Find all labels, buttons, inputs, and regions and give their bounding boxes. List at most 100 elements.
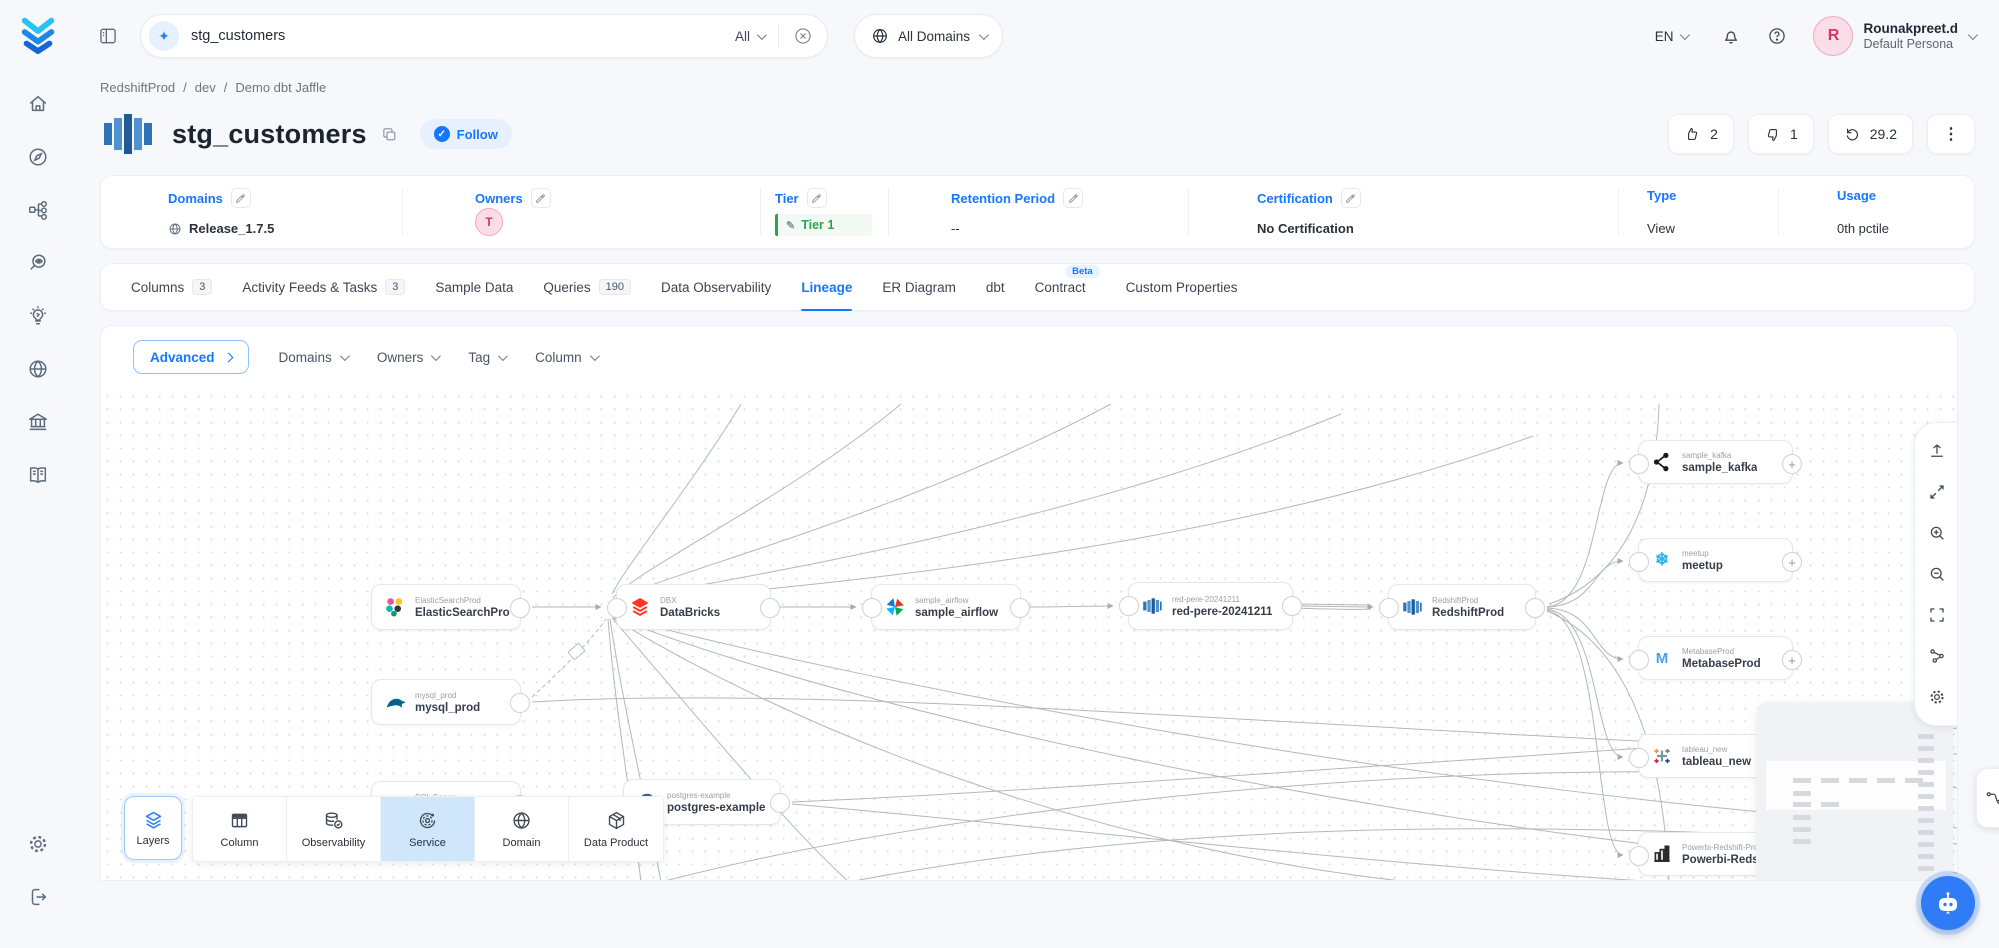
node-port[interactable] xyxy=(1282,596,1302,616)
advanced-filter-button[interactable]: Advanced xyxy=(133,340,249,374)
tab-activity-feeds[interactable]: Activity Feeds & Tasks3 xyxy=(242,263,405,311)
tab-contract[interactable]: ContractBeta xyxy=(1035,263,1086,311)
layer-service-button[interactable]: Service xyxy=(381,797,475,861)
lineage-node-metabaseprod[interactable]: M MetabaseProdMetabaseProd + xyxy=(1638,636,1793,680)
edit-domains-icon[interactable] xyxy=(231,188,251,208)
collapsed-side-panel[interactable] xyxy=(1976,768,1999,828)
more-options-button[interactable]: ⋮ xyxy=(1927,114,1975,154)
breadcrumb-item[interactable]: dev xyxy=(195,80,216,95)
expand-plus-icon[interactable]: + xyxy=(1782,552,1802,572)
breadcrumb-item[interactable]: RedshiftProd xyxy=(100,80,175,95)
help-button[interactable] xyxy=(1767,26,1787,46)
downvote-button[interactable]: 1 xyxy=(1748,114,1814,154)
app-sidebar xyxy=(0,0,76,948)
sidebar-item-domains[interactable] xyxy=(18,349,58,389)
sidebar-item-observability[interactable] xyxy=(18,243,58,283)
edit-lineage-icon[interactable] xyxy=(1921,640,1953,672)
layer-observability-button[interactable]: Observability xyxy=(287,797,381,861)
node-port[interactable] xyxy=(770,793,790,813)
lineage-node-redshiftprod[interactable]: RedshiftProdRedshiftProd xyxy=(1388,584,1536,630)
lineage-settings-icon[interactable] xyxy=(1921,681,1953,713)
node-port[interactable] xyxy=(1525,598,1545,618)
tab-columns[interactable]: Columns3 xyxy=(131,263,212,311)
version-button[interactable]: 29.2 xyxy=(1828,114,1913,154)
sidebar-item-glossary[interactable] xyxy=(18,455,58,495)
lineage-node-red-pere-20241211[interactable]: red-pere-20241211red-pere-20241211 xyxy=(1128,582,1293,630)
layer-data-product-button[interactable]: Data Product xyxy=(569,797,663,861)
search-input[interactable] xyxy=(191,28,735,44)
lineage-node-meetup[interactable]: ❄ meetupmeetup + xyxy=(1638,538,1793,582)
tab-lineage[interactable]: Lineage xyxy=(801,263,852,311)
node-port[interactable] xyxy=(1629,748,1649,768)
tab-dbt[interactable]: dbt xyxy=(986,263,1005,311)
node-port[interactable] xyxy=(510,598,530,618)
lineage-minimap[interactable] xyxy=(1756,702,1953,881)
edit-retention-icon[interactable] xyxy=(1063,188,1083,208)
tab-custom-properties[interactable]: Custom Properties xyxy=(1126,263,1238,311)
layers-button[interactable]: Layers xyxy=(124,796,182,860)
node-port[interactable] xyxy=(1010,598,1030,618)
sidebar-toggle-icon[interactable] xyxy=(98,26,118,46)
tab-er-diagram[interactable]: ER Diagram xyxy=(882,263,956,311)
node-port[interactable] xyxy=(1629,454,1649,474)
all-domains-dropdown[interactable]: All Domains xyxy=(854,14,1003,58)
node-port[interactable] xyxy=(1119,596,1139,616)
user-menu[interactable]: R Rounakpreet.d Default Persona xyxy=(1813,16,1975,56)
node-port[interactable] xyxy=(760,598,780,618)
redshift-icon xyxy=(1141,595,1163,617)
layer-domain-button[interactable]: Domain xyxy=(475,797,569,861)
zoom-out-icon[interactable] xyxy=(1921,558,1953,590)
expand-plus-icon[interactable]: + xyxy=(1782,454,1802,474)
filter-column-dropdown[interactable]: Column xyxy=(535,350,597,365)
node-port[interactable] xyxy=(1629,846,1649,866)
zoom-in-icon[interactable] xyxy=(1921,517,1953,549)
page-title: stg_customers xyxy=(172,119,367,150)
edit-owners-icon[interactable] xyxy=(531,188,551,208)
fullscreen-icon[interactable] xyxy=(1921,599,1953,631)
upvote-button[interactable]: 2 xyxy=(1668,114,1734,154)
export-icon[interactable] xyxy=(1921,435,1953,467)
language-dropdown[interactable]: EN xyxy=(1655,29,1688,44)
node-port[interactable] xyxy=(862,598,882,618)
sidebar-item-lineage[interactable] xyxy=(18,190,58,230)
layer-column-button[interactable]: Column xyxy=(193,797,287,861)
follow-button[interactable]: ✓ Follow xyxy=(420,119,512,149)
search-clear-icon[interactable] xyxy=(793,26,813,46)
copy-icon[interactable] xyxy=(381,126,398,143)
fit-view-icon[interactable] xyxy=(1921,476,1953,508)
node-port[interactable] xyxy=(510,693,530,713)
tab-sample-data[interactable]: Sample Data xyxy=(435,263,513,311)
node-port[interactable] xyxy=(1629,552,1649,572)
sidebar-item-settings[interactable] xyxy=(18,824,58,864)
chevron-right-icon xyxy=(223,352,233,362)
app-logo-icon[interactable] xyxy=(17,12,59,54)
tab-queries[interactable]: Queries190 xyxy=(543,263,631,311)
edit-tier-icon[interactable] xyxy=(807,188,827,208)
notifications-button[interactable] xyxy=(1721,26,1741,46)
global-search[interactable]: ✦ All xyxy=(140,14,828,58)
sidebar-item-explore[interactable] xyxy=(18,137,58,177)
edit-certification-icon[interactable] xyxy=(1341,188,1361,208)
filter-tag-dropdown[interactable]: Tag xyxy=(468,350,505,365)
sidebar-item-insights[interactable] xyxy=(18,296,58,336)
node-port[interactable] xyxy=(607,598,627,618)
search-scope-dropdown[interactable]: All xyxy=(735,29,764,44)
expand-plus-icon[interactable]: + xyxy=(1782,650,1802,670)
lineage-node-sample-airflow[interactable]: sample_airflowsample_airflow xyxy=(871,584,1021,630)
filter-owners-dropdown[interactable]: Owners xyxy=(377,350,439,365)
lineage-node-sample-kafka[interactable]: sample_kafkasample_kafka + xyxy=(1638,440,1793,484)
magnifier-eye-icon xyxy=(27,252,49,274)
node-port[interactable] xyxy=(1379,598,1399,618)
tab-data-observability[interactable]: Data Observability xyxy=(661,263,771,311)
lineage-node-mysql-prod[interactable]: mysql_prodmysql_prod xyxy=(371,679,521,725)
filter-domains-dropdown[interactable]: Domains xyxy=(279,350,347,365)
sidebar-item-logout[interactable] xyxy=(18,877,58,917)
lineage-node-elasticsearchprod[interactable]: ElasticSearchProdElasticSearchProd xyxy=(371,584,521,630)
owner-avatar[interactable]: T xyxy=(475,208,503,236)
lineage-node-databricks[interactable]: DBXDataBricks xyxy=(616,584,771,630)
sidebar-item-home[interactable] xyxy=(18,84,58,124)
node-port[interactable] xyxy=(1629,650,1649,670)
sidebar-item-governance[interactable] xyxy=(18,402,58,442)
chat-assistant-button[interactable] xyxy=(1921,876,1975,930)
breadcrumb-item[interactable]: Demo dbt Jaffle xyxy=(235,80,326,95)
